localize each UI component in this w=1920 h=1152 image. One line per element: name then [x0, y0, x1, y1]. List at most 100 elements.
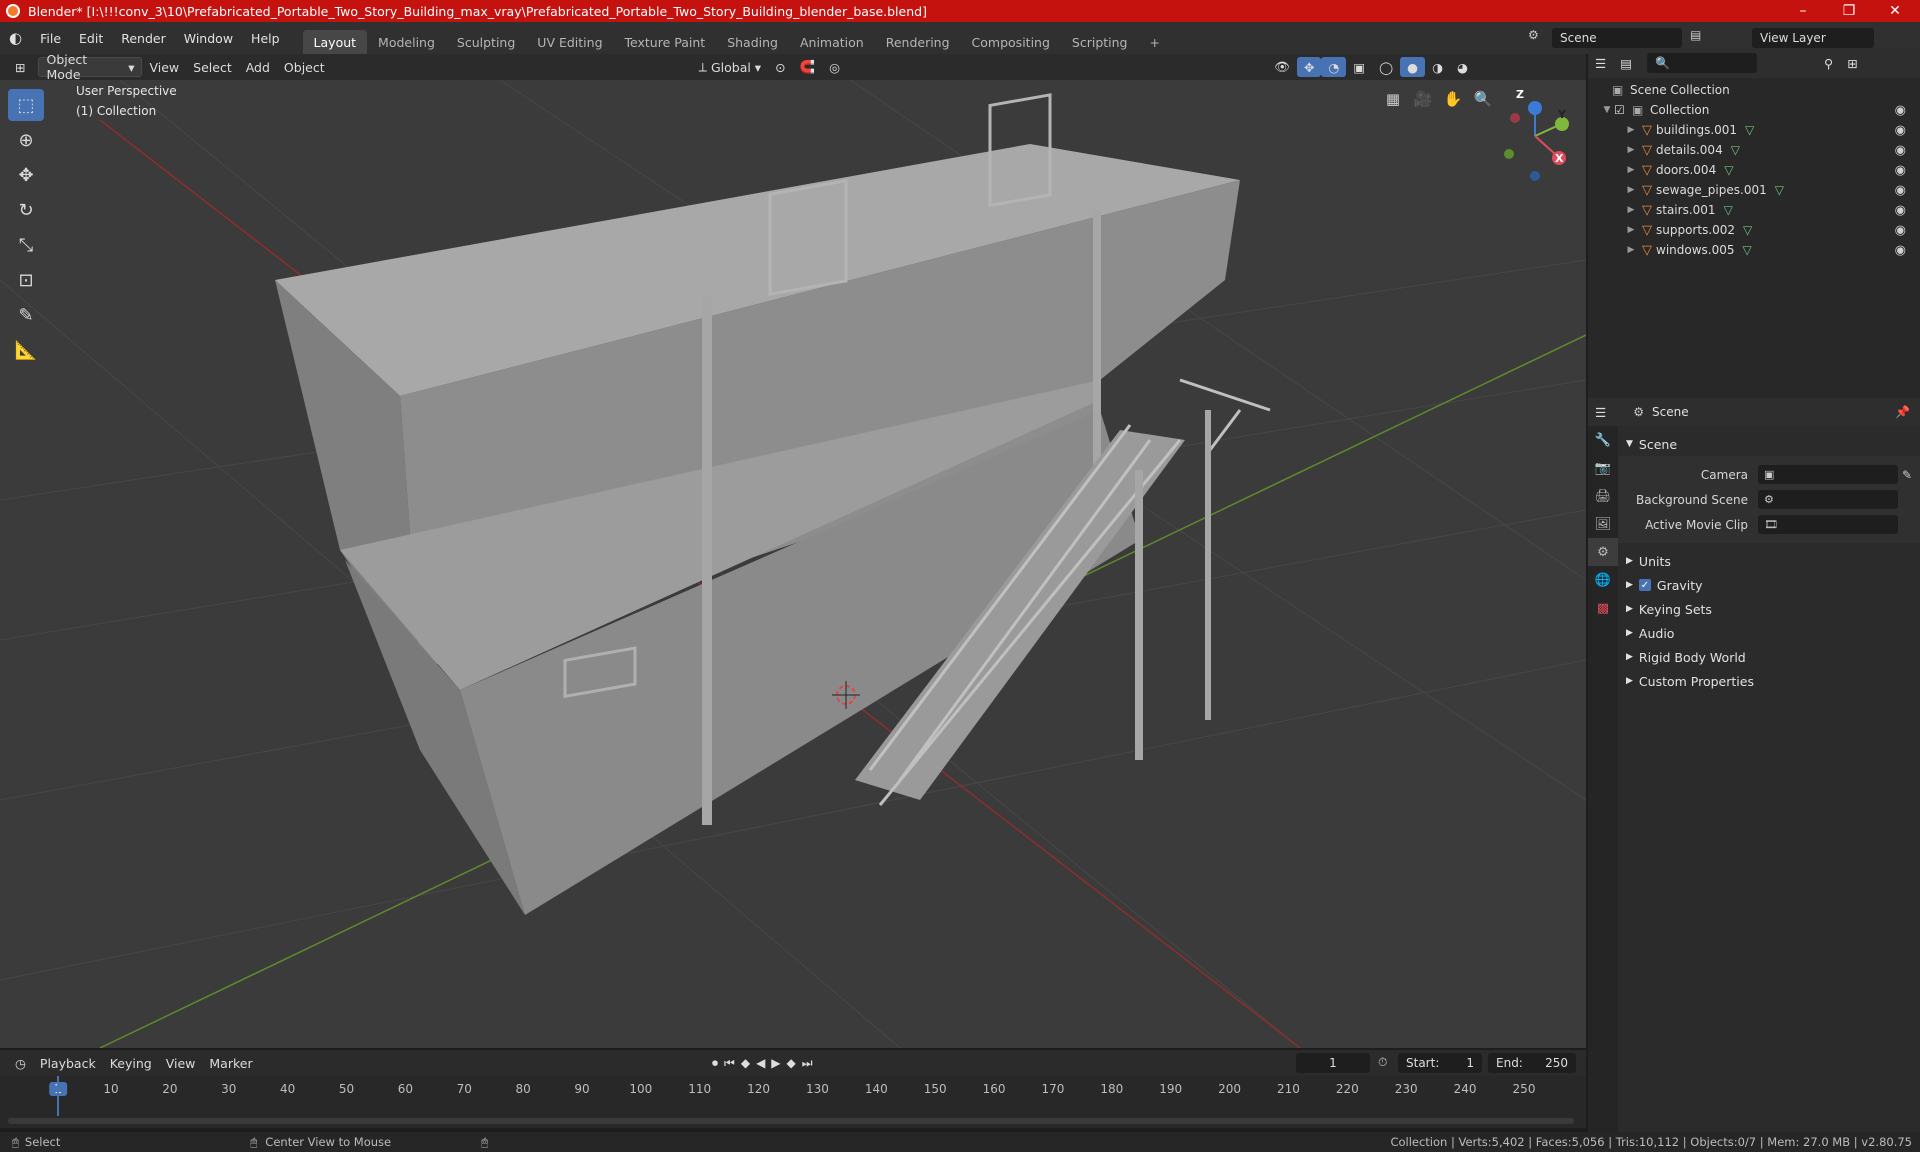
proportional-edit-icon[interactable]: ◎	[822, 57, 847, 77]
timeline-scrollbar[interactable]	[8, 1118, 1574, 1124]
tab-layout[interactable]: Layout	[302, 30, 368, 54]
jump-end-icon[interactable]: ⏭	[802, 1056, 813, 1071]
outliner-editor-icon[interactable]: ☰	[1588, 53, 1613, 73]
tab-sculpting[interactable]: Sculpting	[446, 30, 526, 54]
eye-icon[interactable]: ◉	[1895, 103, 1906, 118]
timeline-editor-icon[interactable]: ◷	[8, 1053, 33, 1073]
transform-tool-icon[interactable]: ⊡	[8, 264, 44, 296]
outliner-item[interactable]: ▶ ▽ details.004 ▽ ◉	[1588, 140, 1920, 160]
cursor-tool-icon[interactable]: ⊕	[8, 124, 44, 156]
add-menu[interactable]: Add	[239, 57, 277, 77]
properties-editor-icon[interactable]: ☰	[1588, 402, 1613, 422]
rotate-tool-icon[interactable]: ↻	[8, 194, 44, 226]
prev-keyframe-icon[interactable]: ◆	[741, 1056, 750, 1071]
eye-icon[interactable]: ◉	[1895, 123, 1906, 138]
keying-sets-section[interactable]: ▶ Keying Sets	[1618, 597, 1920, 621]
active-movie-clip-field[interactable]: 🎞	[1758, 515, 1898, 534]
add-workspace-button[interactable]: +	[1139, 30, 1171, 54]
new-collection-icon[interactable]: ⊞	[1840, 53, 1864, 73]
pan-hand-icon[interactable]: ✋	[1440, 86, 1466, 112]
eye-icon[interactable]: ◉	[1895, 143, 1906, 158]
minimize-button[interactable]: –	[1780, 0, 1826, 22]
outliner-item[interactable]: ▶ ▽ windows.005 ▽ ◉	[1588, 240, 1920, 260]
view-layer-selector[interactable]: View Layer	[1752, 28, 1874, 48]
outliner-item[interactable]: ▶ ▽ sewage_pipes.001 ▽ ◉	[1588, 180, 1920, 200]
move-tool-icon[interactable]: ✥	[8, 159, 44, 191]
scene-selector[interactable]: Scene	[1552, 28, 1682, 48]
play-reverse-icon[interactable]: ◀	[756, 1056, 765, 1071]
outliner-item[interactable]: ▶ ▽ buildings.001 ▽ ◉	[1588, 120, 1920, 140]
units-section[interactable]: ▶ Units	[1618, 549, 1920, 573]
pin-icon[interactable]: 📌	[1895, 405, 1910, 419]
menu-file[interactable]: File	[31, 22, 70, 54]
zoom-icon[interactable]: 🔍	[1470, 86, 1496, 112]
maximize-button[interactable]: ❐	[1826, 0, 1872, 22]
menu-window[interactable]: Window	[175, 22, 242, 54]
keying-menu[interactable]: Keying	[103, 1053, 159, 1073]
menu-render[interactable]: Render	[112, 22, 175, 54]
view-menu[interactable]: View	[142, 57, 186, 77]
menu-edit[interactable]: Edit	[70, 22, 112, 54]
outliner-item[interactable]: ▶ ▽ stairs.001 ▽ ◉	[1588, 200, 1920, 220]
timeline-view-menu[interactable]: View	[159, 1053, 203, 1073]
current-frame-field[interactable]: 1	[1296, 1053, 1370, 1073]
solid-shading-icon[interactable]: ●	[1400, 57, 1426, 77]
record-icon[interactable]: ⏺	[712, 1056, 718, 1071]
select-menu[interactable]: Select	[186, 57, 239, 77]
audio-section[interactable]: ▶ Audio	[1618, 621, 1920, 645]
render-tab-icon[interactable]: 📷	[1588, 454, 1618, 482]
eye-icon[interactable]: ◉	[1895, 163, 1906, 178]
timeline-area[interactable]: 1102030405060708090100110120130140150160…	[0, 1076, 1586, 1128]
tab-modeling[interactable]: Modeling	[367, 30, 446, 54]
3d-viewport[interactable]: User Perspective (1) Collection Z Y X ▦ …	[0, 80, 1586, 1048]
close-button[interactable]: ✕	[1872, 0, 1918, 22]
gravity-checkbox[interactable]: ✓	[1638, 579, 1651, 591]
rigid-body-world-section[interactable]: ▶ Rigid Body World	[1618, 645, 1920, 669]
outliner-item[interactable]: ▶ ▽ doors.004 ▽ ◉	[1588, 160, 1920, 180]
eye-icon[interactable]: ◉	[1895, 243, 1906, 258]
tab-rendering[interactable]: Rendering	[875, 30, 961, 54]
tab-compositing[interactable]: Compositing	[961, 30, 1061, 54]
measure-tool-icon[interactable]: 📐	[8, 334, 44, 366]
custom-properties-section[interactable]: ▶ Custom Properties	[1618, 669, 1920, 693]
camera-view-icon[interactable]: 🎥	[1410, 86, 1436, 112]
outliner-item[interactable]: ▶ ▽ supports.002 ▽ ◉	[1588, 220, 1920, 240]
checkbox-icon[interactable]: ☑	[1614, 103, 1632, 117]
texture-tab-icon[interactable]: ▩	[1588, 594, 1618, 622]
filter-icon[interactable]: ⚲	[1817, 53, 1840, 73]
end-frame-field[interactable]: End: 250	[1488, 1053, 1576, 1073]
expand-arrow-icon[interactable]: ▶	[1624, 205, 1638, 215]
xray-toggle-icon[interactable]: ▣	[1346, 57, 1372, 77]
transform-orientation-dropdown[interactable]: ⟂ Global ▾	[692, 57, 768, 77]
wireframe-shading-icon[interactable]: ◯	[1372, 57, 1400, 77]
scene-tab-icon[interactable]: ⚙	[1588, 538, 1618, 566]
marker-menu[interactable]: Marker	[202, 1053, 259, 1073]
eye-icon[interactable]: ◉	[1895, 203, 1906, 218]
annotate-tool-icon[interactable]: ✎	[8, 299, 44, 331]
scene-collection-row[interactable]: ▣ Scene Collection	[1588, 80, 1920, 100]
jump-start-icon[interactable]: ⏮	[724, 1056, 735, 1071]
expand-arrow-icon[interactable]: ▶	[1624, 165, 1638, 175]
grid-view-icon[interactable]: ▦	[1380, 86, 1406, 112]
scene-section-header[interactable]: ▼ Scene	[1618, 432, 1920, 456]
mode-dropdown[interactable]: Object Mode ▾	[38, 52, 143, 82]
tab-uv-editing[interactable]: UV Editing	[526, 30, 613, 54]
material-shading-icon[interactable]: ◑	[1425, 57, 1450, 77]
display-mode-icon[interactable]: ▤	[1613, 53, 1639, 73]
expand-arrow-icon[interactable]: ▶	[1624, 145, 1638, 155]
tool-tab-icon[interactable]: 🔧	[1588, 426, 1618, 454]
play-icon[interactable]: ▶	[771, 1056, 780, 1071]
expand-arrow-icon[interactable]: ▶	[1624, 225, 1638, 235]
start-frame-field[interactable]: Start: 1	[1398, 1053, 1482, 1073]
scale-tool-icon[interactable]: ⤡	[8, 229, 44, 261]
eyedropper-icon[interactable]: ✎	[1902, 468, 1912, 482]
gizmo-toggle-icon[interactable]: ✥	[1296, 57, 1322, 77]
object-menu[interactable]: Object	[277, 57, 332, 77]
world-tab-icon[interactable]: 🌐	[1588, 566, 1618, 594]
output-tab-icon[interactable]: 🖨	[1588, 482, 1618, 510]
eye-icon[interactable]: ◉	[1895, 183, 1906, 198]
expand-arrow-icon[interactable]: ▶	[1624, 125, 1638, 135]
next-keyframe-icon[interactable]: ◆	[787, 1056, 796, 1071]
expand-arrow-icon[interactable]: ▼	[1600, 105, 1614, 115]
playback-menu[interactable]: Playback	[33, 1053, 103, 1073]
